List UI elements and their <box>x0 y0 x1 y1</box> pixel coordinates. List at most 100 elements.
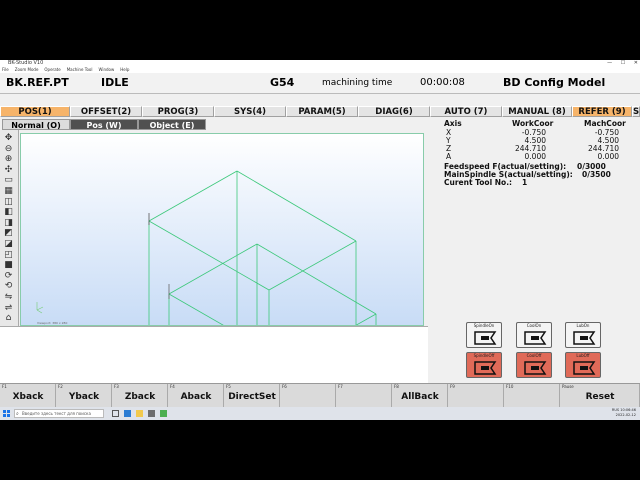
task-view-icon[interactable] <box>112 410 119 417</box>
fkey-pause[interactable]: Pause Reset <box>560 384 640 408</box>
window-title: BK-Studio V10 <box>8 60 44 66</box>
fkey-f6[interactable]: F6 <box>280 384 336 408</box>
tab-0[interactable]: POS(1) <box>0 106 70 117</box>
fkey-f4[interactable]: F4 Aback <box>168 384 224 408</box>
menu-item-4[interactable]: Window <box>98 67 114 72</box>
zoom-in-icon[interactable]: ⊕ <box>2 154 15 164</box>
reset-view-icon[interactable]: ⌂ <box>2 313 15 323</box>
menu-item-1[interactable]: Zoom Mode <box>15 67 39 72</box>
tab-5[interactable]: DIAG(6) <box>358 106 430 117</box>
lubon-button[interactable]: LubOn <box>565 322 601 348</box>
flip-icon[interactable]: ⇋ <box>2 292 15 302</box>
taskbar: Введите здесь текст для поиска RUS 10:06… <box>0 407 640 420</box>
lube-icon <box>570 328 598 350</box>
fkey-f2[interactable]: F2 Yback <box>56 384 112 408</box>
fkey-number: F5 <box>226 384 231 389</box>
fkey-number: F7 <box>338 384 343 389</box>
spindleoff-button[interactable]: SpindleOff <box>466 352 502 378</box>
spindle-value: 0/3500 <box>582 170 611 179</box>
tab-3[interactable]: SYS(4) <box>214 106 286 117</box>
move-icon[interactable]: ✥ <box>2 133 15 143</box>
coolant-icon <box>521 358 549 380</box>
tray-time: 10:06:46 <box>620 408 636 412</box>
fkey-f9[interactable]: F9 <box>448 384 504 408</box>
rotate2-icon[interactable]: ⟲ <box>2 281 15 291</box>
close-icon[interactable]: ✕ <box>634 60 638 66</box>
cube-top-icon[interactable]: ◩ <box>2 228 15 238</box>
subtab-2[interactable]: Object (E) <box>138 119 206 130</box>
lube-icon <box>570 358 598 380</box>
tab-4[interactable]: PARAM(5) <box>286 106 358 117</box>
edge-icon[interactable] <box>124 410 131 417</box>
luboff-button[interactable]: LubOff <box>565 352 601 378</box>
cube-solid-icon[interactable]: ■ <box>2 260 15 270</box>
subtab-0[interactable]: Normal (O) <box>2 119 70 130</box>
tray-lang[interactable]: RUS <box>612 408 619 412</box>
function-key-bar: F1 Xback F2 Yback F3 Zback F4 Aback F5 DirectSet F… <box>0 383 640 408</box>
cube-iso-icon[interactable]: ◧ <box>2 207 15 217</box>
fkey-f5[interactable]: F5 DirectSet <box>224 384 280 408</box>
cube-front-icon[interactable]: ◨ <box>2 218 15 228</box>
fkey-f8[interactable]: F8 AllBack <box>392 384 448 408</box>
config-model: BD Config Model <box>503 76 606 89</box>
fkey-f10[interactable]: F10 <box>504 384 560 408</box>
rotate-icon[interactable]: ⟳ <box>2 271 15 281</box>
fkey-f1[interactable]: F1 Xback <box>0 384 56 408</box>
axis-name: A <box>446 152 452 161</box>
pan-icon[interactable]: ✣ <box>2 165 15 175</box>
spindle-icon <box>471 358 499 380</box>
fkey-label: Yback <box>68 392 100 402</box>
cube-back-icon[interactable]: ◰ <box>2 250 15 260</box>
cube-icon[interactable]: ◫ <box>2 197 15 207</box>
wireframe-model <box>36 170 377 325</box>
tab-6[interactable]: AUTO (7) <box>430 106 502 117</box>
tab-8[interactable]: REFER (9) <box>572 106 632 117</box>
coolon-button[interactable]: CoolOn <box>516 322 552 348</box>
main-tabs: POS(1) OFFSET(2) PROG(3) SYS(4) PARAM(5) DIAG… <box>0 106 640 117</box>
fkey-number: F3 <box>114 384 119 389</box>
app-window: BK-Studio V10 — ☐ ✕ File Zoom Mode Operate… <box>0 60 640 420</box>
menu-item-2[interactable]: Operate <box>44 67 60 72</box>
cooloff-button[interactable]: CoolOff <box>516 352 552 378</box>
fkey-f3[interactable]: F3 Zback <box>112 384 168 408</box>
fkey-number: F2 <box>58 384 63 389</box>
tab-7[interactable]: MANUAL (8) <box>502 106 572 117</box>
flip2-icon[interactable]: ⇌ <box>2 303 15 313</box>
menu-item-3[interactable]: Machine Tool <box>67 67 93 72</box>
fkey-label: DirectSet <box>228 392 276 402</box>
taskbar-search-input[interactable]: Введите здесь текст для поиска <box>14 409 104 418</box>
menu-item-0[interactable]: File <box>2 67 9 72</box>
fkey-number: F8 <box>394 384 399 389</box>
maximize-icon[interactable]: ☐ <box>621 60 625 66</box>
fkey-number: F9 <box>450 384 455 389</box>
3d-viewport[interactable]: Viewport: 380 x 280 <box>20 133 424 326</box>
tab-1[interactable]: OFFSET(2) <box>70 106 142 117</box>
zoom-out-icon[interactable]: ⊖ <box>2 144 15 154</box>
fit-icon[interactable]: ▭ <box>2 175 15 185</box>
spindle-icon <box>471 328 499 350</box>
tool-label: Curent Tool No.: <box>444 178 513 187</box>
cube-side-icon[interactable]: ◪ <box>2 239 15 249</box>
select-icon[interactable]: ▦ <box>2 186 15 196</box>
axis-workcoor: 0.000 <box>524 152 546 161</box>
fkey-number: Pause <box>562 384 574 389</box>
view-subtabs: Normal (O) Pos (W) Object (E) <box>0 119 228 130</box>
machine-state: IDLE <box>101 76 129 89</box>
fkey-f7[interactable]: F7 <box>336 384 392 408</box>
windows-start-icon[interactable] <box>3 410 10 417</box>
subtab-1[interactable]: Pos (W) <box>70 119 138 130</box>
explorer-icon[interactable] <box>136 410 143 417</box>
spindleon-button[interactable]: SpindleOn <box>466 322 502 348</box>
minimize-icon[interactable]: — <box>607 60 612 66</box>
store-icon[interactable] <box>148 410 155 417</box>
app-icon[interactable] <box>160 410 167 417</box>
tab-2[interactable]: PROG(3) <box>142 106 214 117</box>
menu-item-5[interactable]: Help <box>120 67 129 72</box>
fkey-label: Reset <box>585 392 615 402</box>
view-toolbar: ✥ ⊖ ⊕ ✣ ▭ ▦ ◫ ◧ ◨ ◩ ◪ ◰ ■ ⟳ ⟲ ⇋ ⇌ ⌂ <box>0 130 19 326</box>
message-area <box>0 326 428 384</box>
tab-9[interactable]: S <box>632 106 640 117</box>
fkey-number: F4 <box>170 384 175 389</box>
axis-header: Axis <box>444 119 462 128</box>
fkey-label: Xback <box>12 392 44 402</box>
